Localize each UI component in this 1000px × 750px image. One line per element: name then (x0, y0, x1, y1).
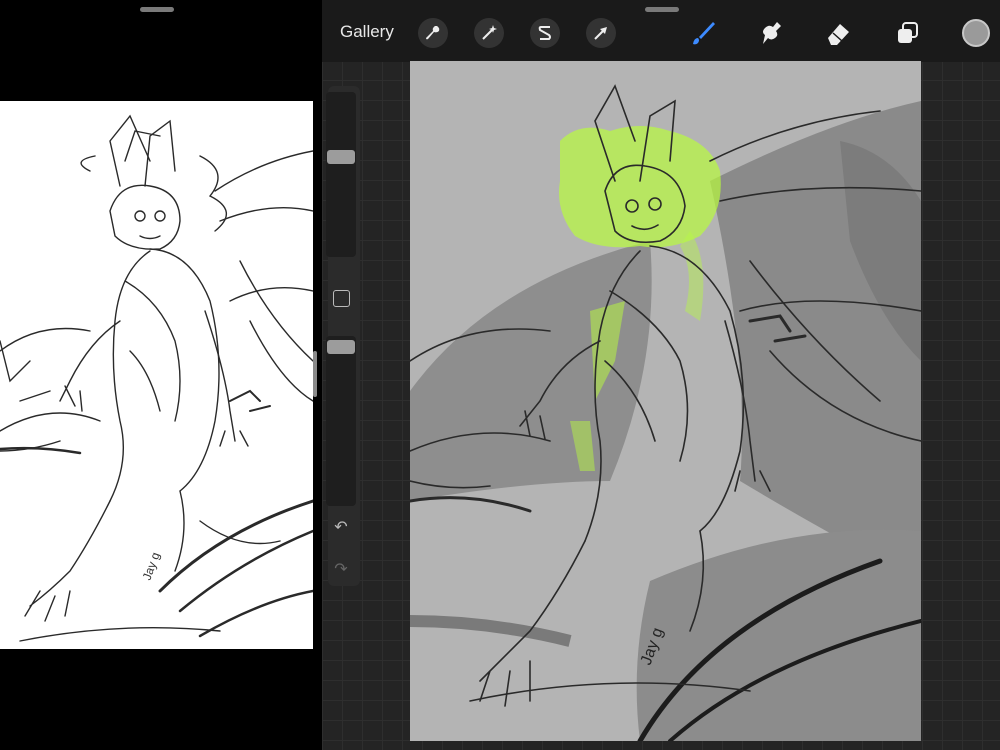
brush-size-slider[interactable] (326, 92, 356, 257)
gallery-button[interactable]: Gallery (340, 22, 394, 42)
actions-button[interactable] (418, 18, 448, 48)
brush-button[interactable] (688, 18, 718, 48)
drawing-canvas[interactable]: Jay g (410, 61, 921, 741)
split-view-divider[interactable] (313, 351, 317, 397)
selection-button[interactable] (530, 18, 560, 48)
layers-icon (898, 22, 918, 43)
magic-wand-icon (482, 25, 497, 40)
brush-size-thumb[interactable] (327, 150, 355, 165)
adjustments-button[interactable] (474, 18, 504, 48)
opacity-thumb[interactable] (327, 340, 355, 355)
reference-sketch: Jay g (0, 114, 313, 642)
wrench-icon (426, 26, 440, 40)
canvas-artwork: Jay g (410, 84, 921, 741)
app-handle[interactable] (645, 7, 679, 12)
reference-image[interactable]: Jay g (0, 101, 313, 649)
eraser-icon (828, 24, 849, 45)
transform-arrow-icon (594, 27, 607, 40)
smudge-button[interactable] (755, 18, 785, 48)
reference-signature: Jay g (140, 550, 163, 582)
transform-button[interactable] (586, 18, 616, 48)
eraser-button[interactable] (823, 18, 853, 48)
layers-button[interactable] (893, 18, 923, 48)
reference-pane-handle[interactable] (140, 7, 174, 12)
selection-icon (538, 26, 551, 40)
opacity-slider[interactable] (326, 336, 356, 506)
color-picker-button[interactable] (962, 19, 990, 47)
modify-button[interactable] (333, 290, 350, 307)
redo-icon[interactable]: ↷ (332, 561, 350, 579)
undo-icon[interactable]: ↶ (332, 519, 350, 537)
smudge-icon (763, 22, 781, 44)
brush-icon (693, 22, 715, 45)
